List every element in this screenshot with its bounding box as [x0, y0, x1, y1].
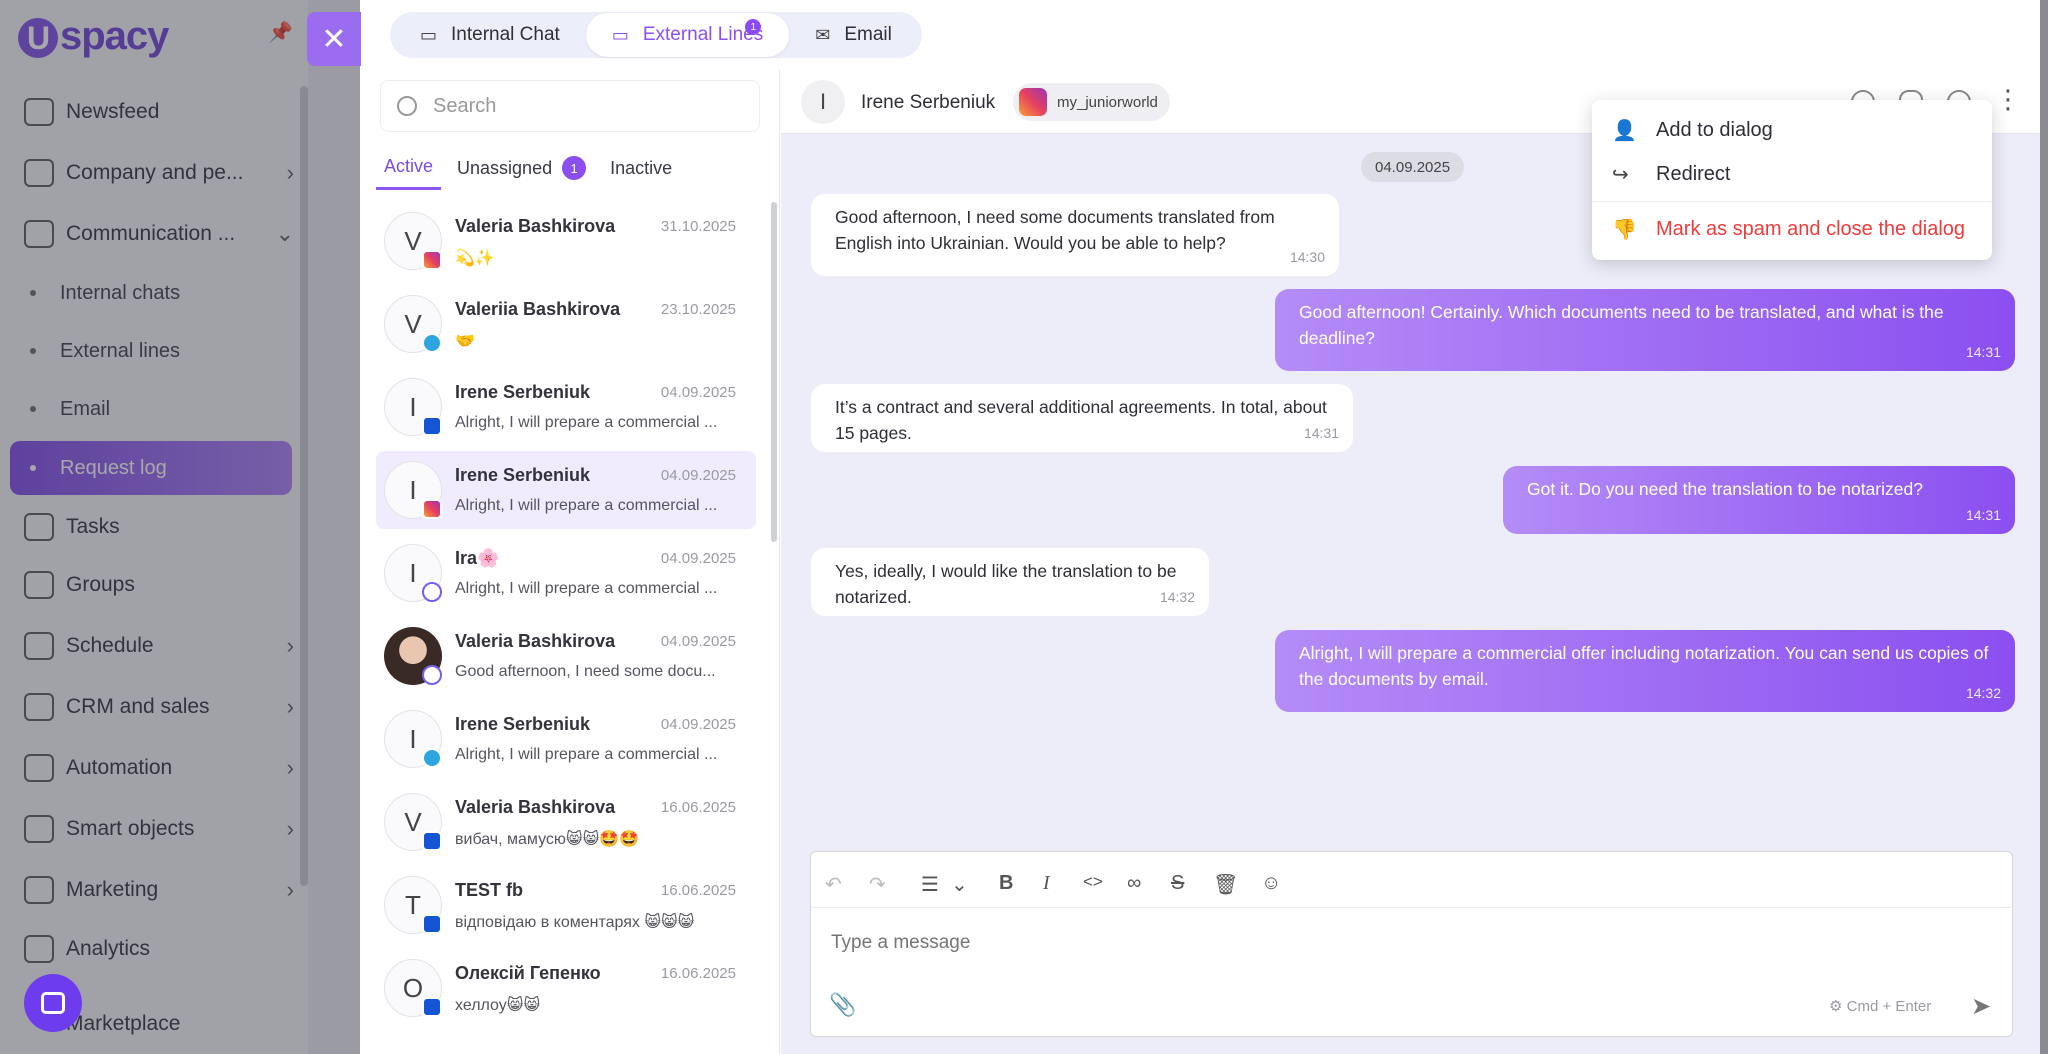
overlay-backdrop[interactable]	[0, 0, 360, 1054]
dialog-item[interactable]: V Valeria Bashkirova 16.06.2025 вибач, мам…	[376, 783, 756, 861]
send-icon[interactable]: ➤	[1971, 992, 1991, 1021]
page-edge	[2040, 0, 2048, 1054]
message-composer: ↶ ↷ ☰ ⌄ B I <> ∞ S 🗑 ☺ 📎 ⚙ Cmd + Enter ➤	[810, 851, 2014, 1037]
menu-item-redirect[interactable]: ↪ Redirect	[1612, 154, 1730, 194]
link-icon[interactable]: ∞	[1127, 872, 1141, 895]
dialog-item[interactable]: I Irene Serbeniuk 04.09.2025 Alright, I wi…	[376, 368, 756, 446]
date-separator: 04.09.2025	[1361, 152, 1465, 182]
emoji-icon[interactable]: ☺	[1261, 872, 1281, 895]
menu-item-add-to-dialog[interactable]: 👤 Add to dialog	[1612, 110, 1773, 150]
dialog-item[interactable]: I Ira🌸 04.09.2025 Alright, I will prepare …	[376, 534, 756, 612]
dialog-item[interactable]: Valeria Bashkirova 04.09.2025 Good afterno…	[376, 617, 756, 695]
channel-account-badge: my_juniorworld	[1013, 83, 1170, 121]
send-shortcut-hint[interactable]: ⚙ Cmd + Enter	[1829, 997, 1931, 1015]
attachment-icon[interactable]: 📎	[829, 992, 856, 1018]
chat-lines-icon: ▭	[611, 24, 629, 45]
tab-inactive[interactable]: Inactive	[602, 146, 680, 190]
facebook-icon	[422, 997, 442, 1017]
tab-internal-chat[interactable]: ▭ Internal Chat	[394, 13, 586, 57]
instagram-icon	[422, 499, 442, 519]
support-chat-button[interactable]	[24, 974, 82, 1032]
search-field[interactable]: Search	[380, 80, 760, 132]
dialog-status-tabs: Active Unassigned 1 Inactive	[376, 146, 688, 190]
message-incoming[interactable]: Good afternoon, I need some documents tr…	[811, 194, 1339, 276]
search-icon	[397, 96, 417, 116]
instagram-icon	[1019, 88, 1047, 116]
tab-external-lines[interactable]: ▭ External Lines 1	[585, 13, 790, 57]
more-options-icon[interactable]: ⋮	[1995, 86, 2021, 112]
close-panel-button[interactable]: ✕	[307, 12, 361, 66]
instagram-icon	[422, 250, 442, 270]
italic-icon[interactable]: I	[1043, 872, 1050, 895]
facebook-icon	[422, 831, 442, 851]
dialog-list: Search Active Unassigned 1 Inactive V Val…	[360, 70, 780, 1054]
chevron-down-icon[interactable]: ⌄	[951, 872, 968, 897]
dialog-item[interactable]: V Valeriia Bashkirova 23.10.2025 🤝	[376, 285, 756, 363]
redirect-icon: ↪	[1612, 163, 1629, 186]
bold-icon[interactable]: B	[999, 872, 1013, 895]
message-incoming[interactable]: Yes, ideally, I would like the translati…	[811, 548, 1209, 616]
chat-bubble-icon: ▭	[420, 24, 438, 45]
viber-icon	[422, 665, 442, 685]
mail-icon: ✉	[815, 24, 831, 45]
top-tab-bar: ▭ Internal Chat ▭ External Lines 1 ✉ Email	[390, 12, 922, 58]
telegram-icon	[422, 748, 442, 768]
align-icon[interactable]: ☰	[921, 872, 939, 897]
dialog-item[interactable]: T TEST fb 16.06.2025 відповідаю в коментар…	[376, 866, 756, 944]
message-outgoing[interactable]: Got it. Do you need the translation to b…	[1503, 466, 2015, 534]
undo-icon[interactable]: ↶	[825, 872, 842, 897]
settings-icon: ⚙	[1829, 998, 1847, 1015]
add-user-icon: 👤	[1612, 119, 1637, 142]
message-incoming[interactable]: It’s a contract and several additional a…	[811, 384, 1353, 452]
tab-active[interactable]: Active	[376, 146, 442, 190]
search-input[interactable]: Search	[433, 95, 496, 118]
unassigned-count-badge: 1	[562, 156, 587, 180]
dialog-item[interactable]: I Irene Serbeniuk 04.09.2025 Alright, I wi…	[376, 700, 756, 778]
facebook-icon	[422, 914, 442, 934]
message-outgoing[interactable]: Alright, I will prepare a commercial off…	[1275, 630, 2015, 712]
tab-email[interactable]: ✉ Email	[789, 13, 918, 57]
chat-bubble-icon	[41, 992, 65, 1014]
contact-avatar[interactable]: I	[801, 80, 845, 124]
dialog-item-selected[interactable]: I Irene Serbeniuk 04.09.2025 Alright, I wi…	[376, 451, 756, 529]
message-outgoing[interactable]: Good afternoon! Certainly. Which documen…	[1275, 289, 2015, 371]
close-icon: ✕	[321, 22, 347, 56]
facebook-icon	[422, 416, 442, 436]
thumbs-down-icon: 👎	[1612, 218, 1637, 241]
dialog-list-scrollbar[interactable]	[771, 202, 777, 542]
message-input[interactable]	[831, 932, 1731, 954]
dialog-item[interactable]: V Valeria Bashkirova 31.10.2025 💫✨	[376, 202, 756, 280]
dialog-item[interactable]: О Олексій Гепенко 16.06.2025 хеллоу😸😸	[376, 949, 756, 1027]
viber-icon	[422, 582, 442, 602]
redo-icon[interactable]: ↷	[869, 872, 886, 897]
dialog-context-menu: 👤 Add to dialog ↪ Redirect 👎 Mark as spam a…	[1592, 100, 1992, 260]
menu-item-mark-spam[interactable]: 👎 Mark as spam and close the dialog	[1612, 209, 1965, 249]
trash-icon[interactable]: 🗑	[1213, 872, 1238, 897]
strikethrough-icon[interactable]: S	[1171, 872, 1184, 895]
tab-unassigned[interactable]: Unassigned 1	[449, 146, 594, 190]
contact-name[interactable]: Irene Serbeniuk	[861, 92, 995, 114]
code-icon[interactable]: <>	[1083, 872, 1103, 892]
telegram-icon	[422, 333, 442, 353]
